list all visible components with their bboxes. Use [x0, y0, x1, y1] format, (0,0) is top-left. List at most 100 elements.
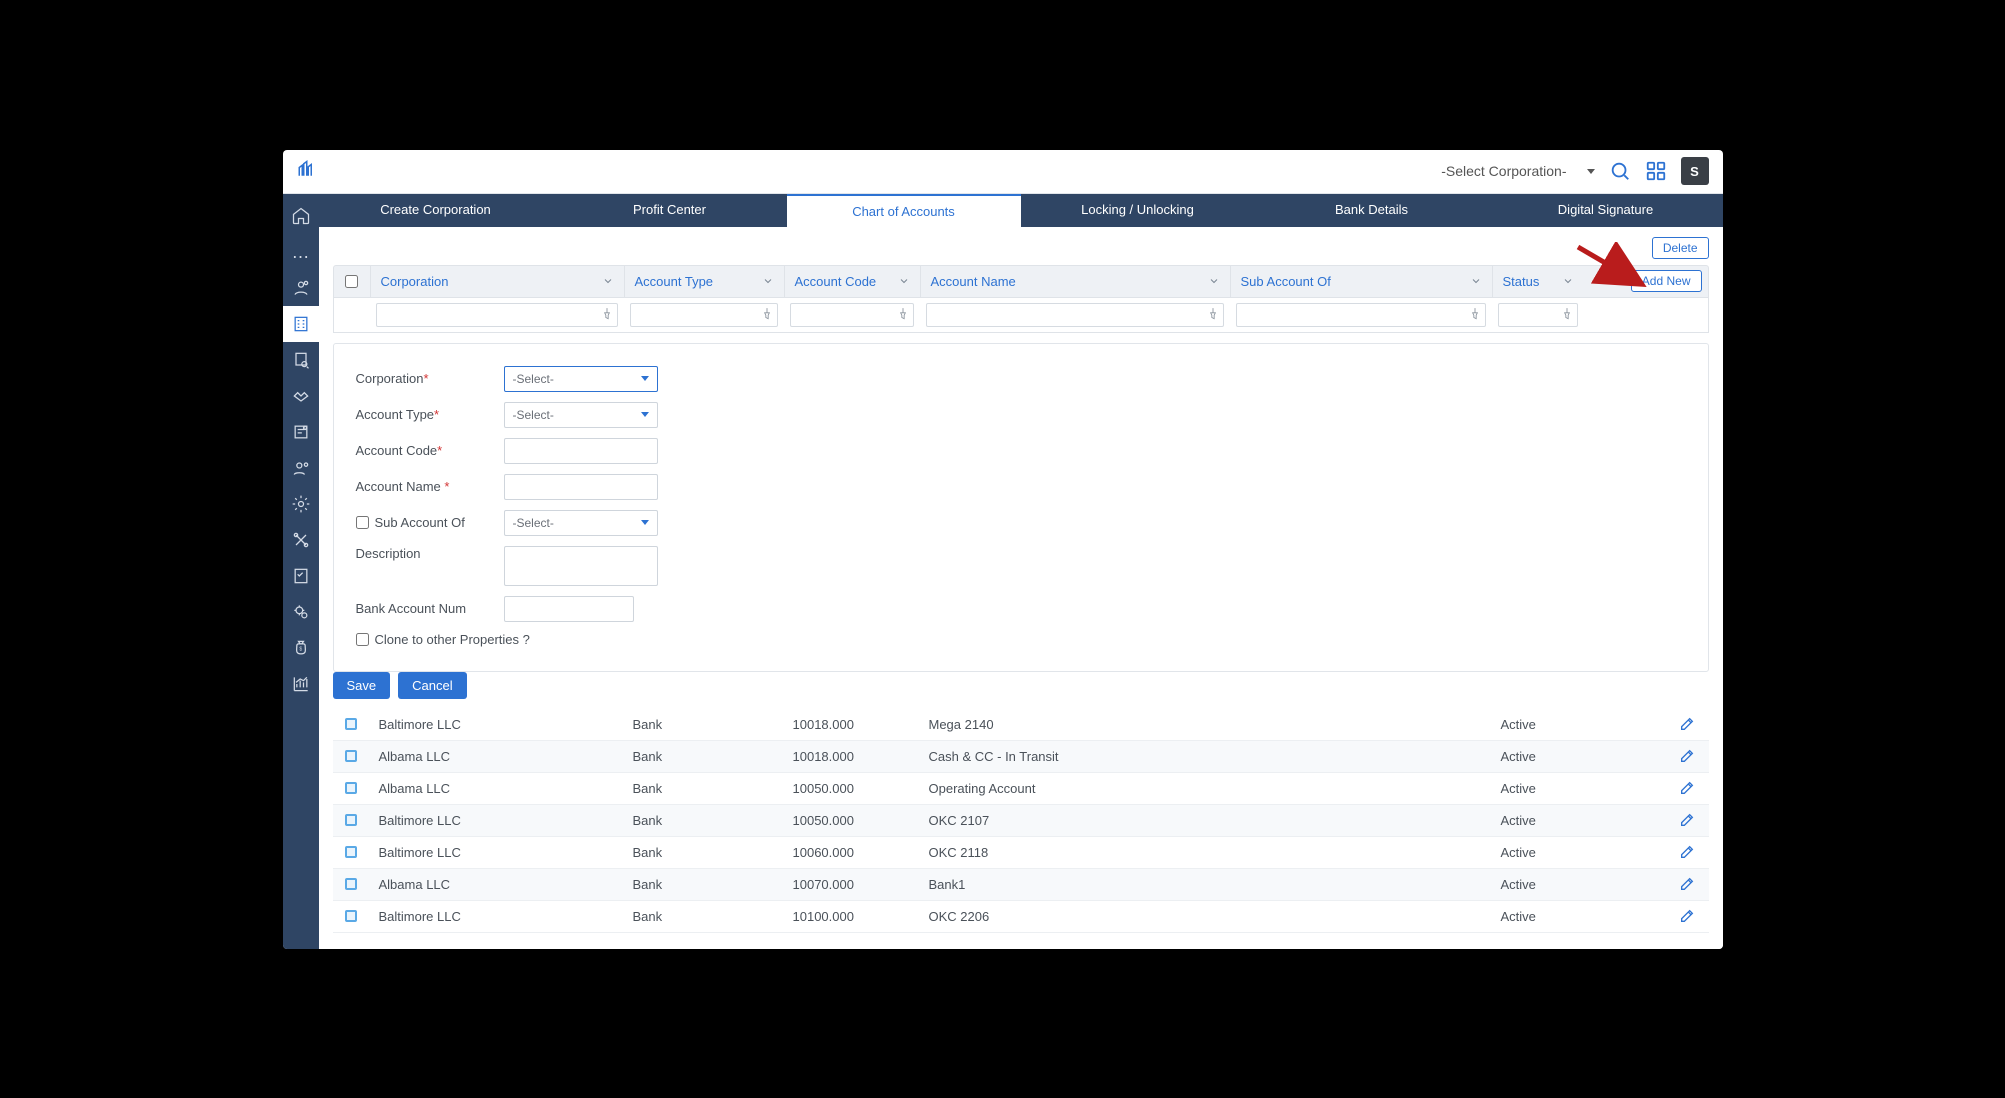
cell-corporation: Baltimore LLC: [369, 717, 623, 732]
cell-account-type: Bank: [623, 781, 783, 796]
tab-create-corporation[interactable]: Create Corporation: [319, 194, 553, 227]
sidebar-item-finance[interactable]: $: [283, 630, 319, 666]
filter-icon[interactable]: [1468, 307, 1482, 321]
filter-icon[interactable]: [896, 307, 910, 321]
search-doc-icon: [291, 350, 311, 370]
column-header-account-name[interactable]: Account Name: [920, 266, 1230, 297]
sidebar-item-billing[interactable]: $: [283, 414, 319, 450]
caret-down-icon: [641, 376, 649, 381]
tab-locking-unlocking[interactable]: Locking / Unlocking: [1021, 194, 1255, 227]
corporation-select[interactable]: -Select-: [504, 366, 658, 392]
filter-icon[interactable]: [1560, 307, 1574, 321]
money-bag-icon: $: [291, 638, 311, 658]
edit-icon[interactable]: [1679, 748, 1695, 764]
row-checkbox[interactable]: [345, 846, 357, 858]
search-icon[interactable]: [1609, 160, 1631, 182]
tab-bank-details[interactable]: Bank Details: [1255, 194, 1489, 227]
cell-corporation: Baltimore LLC: [369, 909, 623, 924]
logo-icon: [297, 160, 315, 178]
sub-account-of-select[interactable]: -Select-: [504, 510, 658, 536]
ellipsis-icon: …: [292, 243, 310, 261]
filter-icon[interactable]: [600, 307, 614, 321]
tab-profit-center[interactable]: Profit Center: [553, 194, 787, 227]
filter-account-name-input[interactable]: [926, 303, 1224, 327]
cell-account-name: OKC 2206: [919, 909, 1229, 924]
column-header-corporation[interactable]: Corporation: [370, 266, 624, 297]
edit-icon[interactable]: [1679, 876, 1695, 892]
sidebar-item-analytics[interactable]: [283, 666, 319, 702]
save-button[interactable]: Save: [333, 672, 391, 699]
cell-edit: [1583, 780, 1709, 796]
sidebar-item-config[interactable]: [283, 594, 319, 630]
column-header-account-type[interactable]: Account Type: [624, 266, 784, 297]
cell-account-code: 10060.000: [783, 845, 919, 860]
cell-status: Active: [1491, 845, 1583, 860]
delete-button[interactable]: Delete: [1652, 237, 1709, 259]
sidebar-item-tools[interactable]: [283, 522, 319, 558]
building-icon: [291, 314, 311, 334]
chevron-down-icon: [898, 275, 910, 287]
cell-status: Active: [1491, 749, 1583, 764]
sidebar-item-handshake[interactable]: [283, 378, 319, 414]
add-new-button[interactable]: Add New: [1631, 270, 1702, 292]
edit-icon[interactable]: [1679, 812, 1695, 828]
support-icon: [291, 458, 311, 478]
cell-edit: [1583, 844, 1709, 860]
account-type-select[interactable]: -Select-: [504, 402, 658, 428]
form-button-row: Save Cancel: [319, 672, 1723, 709]
account-code-input[interactable]: [504, 438, 658, 464]
tab-chart-of-accounts[interactable]: Chart of Accounts: [787, 194, 1021, 227]
cell-corporation: Baltimore LLC: [369, 845, 623, 860]
sidebar-item-more[interactable]: …: [283, 234, 319, 270]
tab-digital-signature[interactable]: Digital Signature: [1489, 194, 1723, 227]
row-checkbox[interactable]: [345, 750, 357, 762]
sidebar-item-report[interactable]: [283, 558, 319, 594]
description-textarea[interactable]: [504, 546, 658, 586]
account-name-input[interactable]: [504, 474, 658, 500]
bank-account-num-input[interactable]: [504, 596, 634, 622]
chevron-down-icon: [1208, 275, 1220, 287]
filter-icon[interactable]: [1206, 307, 1220, 321]
cell-account-code: 10070.000: [783, 877, 919, 892]
edit-icon[interactable]: [1679, 908, 1695, 924]
sidebar-item-settings[interactable]: [283, 486, 319, 522]
clone-checkbox[interactable]: [356, 633, 369, 646]
sidebar-item-search-doc[interactable]: [283, 342, 319, 378]
cell-account-type: Bank: [623, 749, 783, 764]
handshake-icon: [291, 386, 311, 406]
select-all-checkbox[interactable]: [345, 275, 358, 288]
column-header-actions: Add New: [1584, 266, 1708, 296]
sidebar-item-corporation[interactable]: [283, 306, 319, 342]
filter-account-type-input[interactable]: [630, 303, 778, 327]
row-checkbox[interactable]: [345, 782, 357, 794]
cell-status: Active: [1491, 877, 1583, 892]
edit-icon[interactable]: [1679, 716, 1695, 732]
bank-account-num-label: Bank Account Num: [356, 601, 504, 616]
column-header-account-code[interactable]: Account Code: [784, 266, 920, 297]
cell-corporation: Albama LLC: [369, 877, 623, 892]
cancel-button[interactable]: Cancel: [398, 672, 466, 699]
row-checkbox[interactable]: [345, 878, 357, 890]
table-row: Albama LLC Bank 10050.000 Operating Acco…: [333, 773, 1709, 805]
edit-icon[interactable]: [1679, 844, 1695, 860]
filter-corporation-input[interactable]: [376, 303, 618, 327]
sidebar-item-user[interactable]: [283, 270, 319, 306]
row-checkbox-cell: [333, 814, 369, 826]
filter-sub-account-input[interactable]: [1236, 303, 1486, 327]
cell-status: Active: [1491, 909, 1583, 924]
corporation-selector[interactable]: -Select Corporation-: [1441, 163, 1594, 179]
sidebar-item-home[interactable]: [283, 198, 319, 234]
apps-grid-icon[interactable]: [1645, 160, 1667, 182]
sub-account-of-checkbox[interactable]: [356, 516, 369, 529]
filter-icon[interactable]: [760, 307, 774, 321]
edit-icon[interactable]: [1679, 780, 1695, 796]
caret-down-icon: [641, 520, 649, 525]
column-header-sub-account-of[interactable]: Sub Account Of: [1230, 266, 1492, 297]
column-header-status[interactable]: Status: [1492, 266, 1584, 297]
sidebar-item-support[interactable]: [283, 450, 319, 486]
avatar[interactable]: S: [1681, 157, 1709, 185]
row-checkbox[interactable]: [345, 814, 357, 826]
row-checkbox[interactable]: [345, 718, 357, 730]
row-checkbox[interactable]: [345, 910, 357, 922]
cell-account-name: OKC 2118: [919, 845, 1229, 860]
